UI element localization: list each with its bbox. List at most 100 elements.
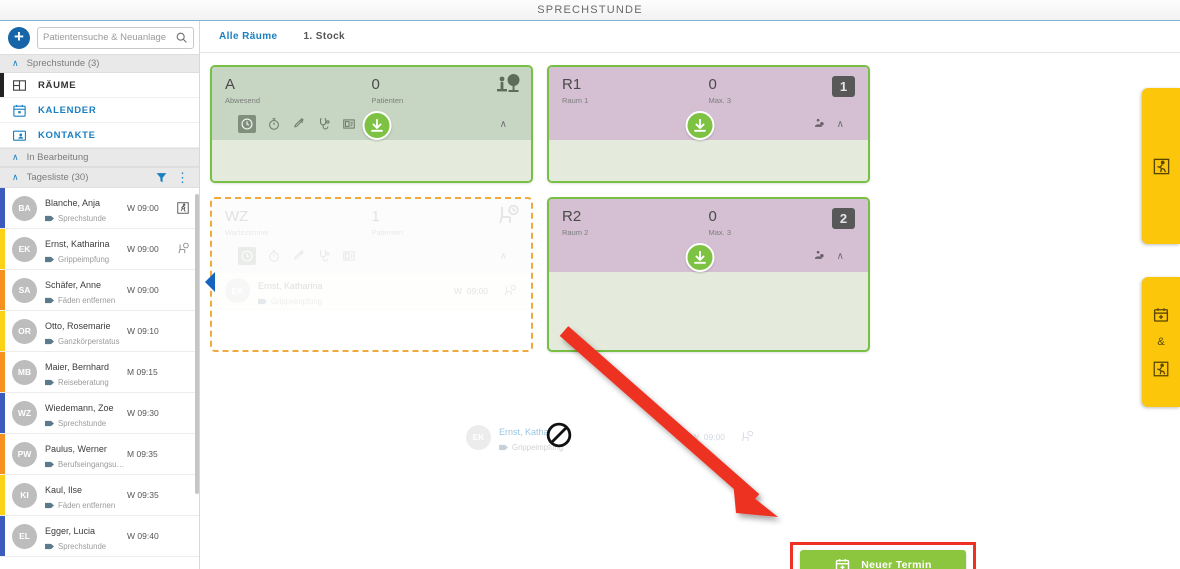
syringe-icon[interactable] — [292, 117, 306, 131]
room-card-r2[interactable]: R2 Raum 2 0 Max. 3 2 ∧ — [547, 196, 870, 352]
avatar: EK — [466, 424, 491, 450]
download-circle-icon[interactable] — [362, 110, 392, 140]
assign-person-icon[interactable] — [814, 117, 828, 131]
window-titlebar: SPRECHSTUNDE — [0, 0, 1180, 21]
patient-reason-row: Grippeimpfung — [45, 255, 127, 264]
id-card-icon[interactable] — [342, 117, 356, 131]
list-item[interactable]: EK Ernst, Katharina Grippeimpfung W 09:0… — [0, 229, 199, 270]
list-item[interactable]: PW Paulus, Werner Berufseingangsu… M 09:… — [0, 434, 199, 475]
chevron-up-icon[interactable]: ∧ — [837, 119, 844, 130]
patient-name: Maier, Bernhard — [45, 362, 110, 372]
patient-time: W 09:40 — [127, 531, 159, 541]
search-box[interactable] — [37, 26, 194, 49]
right-tab-calendar-exit[interactable]: & — [1142, 277, 1180, 407]
patient-time: W 09:00 — [127, 244, 159, 254]
status-stripe — [0, 434, 5, 474]
patient-reason: Grippeimpfung — [58, 255, 110, 264]
tag-icon — [499, 444, 508, 451]
patient-name: Ernst, Katharina — [258, 280, 323, 291]
patient-status[interactable] — [173, 242, 193, 256]
add-patient-button[interactable]: + — [8, 26, 30, 49]
patient-list[interactable]: BA Blanche, Anja Sprechstunde W 09:00 EK… — [0, 188, 199, 569]
list-item[interactable]: EL Egger, Lucia Sprechstunde W 09:40 — [0, 516, 199, 557]
patient-name: Ernst, Katharina — [45, 239, 110, 249]
calendar-icon — [13, 104, 26, 117]
patient-reason-row: Fäden entfernen — [45, 296, 127, 305]
search-input[interactable] — [43, 32, 175, 43]
patient-name: Otto, Rosemarie — [45, 321, 111, 331]
group-sprechstunde[interactable]: ∧ Sprechstunde (3) — [0, 54, 199, 73]
room-card-body[interactable] — [549, 271, 868, 313]
list-item[interactable]: SA Schäfer, Anne Fäden entfernen W 09:00 — [0, 270, 199, 311]
chevron-up-icon[interactable]: ∧ — [500, 251, 507, 262]
tag-icon — [45, 461, 54, 468]
list-item[interactable]: BA Blanche, Anja Sprechstunde W 09:00 — [0, 188, 199, 229]
clock-icon[interactable] — [238, 247, 256, 265]
tag-icon — [258, 298, 267, 304]
patient-reason-row: Berufseingangsu… — [45, 460, 127, 469]
room-tabs: Alle Räume 1. Stock — [200, 21, 1180, 53]
stopwatch-icon[interactable] — [267, 117, 281, 131]
stethoscope-icon[interactable] — [317, 117, 331, 131]
room-number-badge: 1 — [832, 76, 855, 97]
avatar: MB — [12, 359, 37, 385]
waiting-chair-clock-icon — [495, 204, 521, 233]
stopwatch-icon[interactable] — [267, 249, 281, 263]
right-tab-exit[interactable] — [1142, 88, 1180, 244]
sidebar-item-kontakte[interactable]: KONTAKTE — [0, 123, 199, 148]
room-card-body[interactable] — [549, 139, 868, 181]
list-item[interactable]: MB Maier, Bernhard Reiseberatung M 09:15 — [0, 352, 199, 393]
patient-info: Paulus, Werner Berufseingangsu… — [45, 439, 127, 469]
search-icon[interactable] — [175, 31, 188, 44]
patient-name: Schäfer, Anne — [45, 280, 102, 290]
more-vertical-icon[interactable]: ⋮ — [176, 171, 189, 184]
room-card-body[interactable] — [212, 139, 531, 181]
room-card-wartezimmer-droptarget[interactable]: WZ Wartezimmer 1 Patienten ∧ EK Ernst, K… — [204, 196, 533, 352]
patient-name: Wiedemann, Zoe — [45, 403, 114, 413]
room-card-r1[interactable]: R1 Raum 1 0 Max. 3 1 ∧ — [547, 65, 870, 183]
status-stripe — [0, 311, 5, 351]
list-item[interactable]: KI Kaul, Ilse Fäden entfernen W 09:35 — [0, 475, 199, 516]
room-header-actions: ∧ — [500, 251, 507, 262]
patient-info: Kaul, Ilse Fäden entfernen — [45, 480, 127, 510]
syringe-icon[interactable] — [292, 249, 306, 263]
list-item[interactable]: WZ Wiedemann, Zoe Sprechstunde W 09:30 — [0, 393, 199, 434]
patient-info: Schäfer, Anne Fäden entfernen — [45, 275, 127, 305]
patient-status[interactable] — [173, 201, 193, 215]
filter-icon[interactable] — [155, 171, 168, 184]
sidebar-item-raeume[interactable]: RÄUME — [0, 73, 199, 98]
id-card-icon[interactable] — [342, 249, 356, 263]
patient-info: Ernst, Katharina Grippeimpfung — [258, 276, 454, 306]
room-occupant-row[interactable]: EK Ernst, Katharina Grippeimpfung W 09:0… — [212, 271, 531, 310]
patient-time: M 09:35 — [127, 449, 158, 459]
room-card-header: R1 Raum 1 0 Max. 3 1 ∧ — [549, 67, 868, 140]
patient-info: Ernst, Katharina Grippeimpfung — [499, 422, 691, 452]
new-appointment-button[interactable]: Neuer Termin — [800, 550, 966, 569]
tag-icon — [45, 379, 54, 386]
patient-info: Otto, Rosemarie Ganzkörperstatus — [45, 316, 127, 346]
chevron-up-icon[interactable]: ∧ — [837, 251, 844, 262]
download-circle-icon[interactable] — [685, 242, 715, 272]
patient-reason: Grippeimpfung — [271, 296, 323, 306]
tab-1-stock[interactable]: 1. Stock — [303, 31, 345, 42]
download-circle-icon[interactable] — [685, 110, 715, 140]
exit-door-icon — [177, 202, 189, 214]
sidebar-item-kalender[interactable]: KALENDER — [0, 98, 199, 123]
list-item[interactable]: OR Otto, Rosemarie Ganzkörperstatus W 09… — [0, 311, 199, 352]
group-in-bearbeitung[interactable]: ∧ In Bearbeitung — [0, 148, 199, 167]
tab-alle-raeume[interactable]: Alle Räume — [219, 31, 277, 42]
clock-icon[interactable] — [238, 115, 256, 134]
room-toolbar: ∧ — [225, 241, 518, 272]
patient-list-scrollbar[interactable] — [195, 194, 199, 494]
sidebar-collapse-handle[interactable] — [203, 269, 217, 295]
chevron-up-icon[interactable]: ∧ — [500, 119, 507, 130]
patient-info: Maier, Bernhard Reiseberatung — [45, 357, 127, 387]
room-card-abwesend[interactable]: A Abwesend 0 Patienten ∧ — [210, 65, 533, 183]
stethoscope-icon[interactable] — [317, 249, 331, 263]
group-tagesliste[interactable]: ∧ Tagesliste (30) ⋮ — [0, 167, 199, 188]
patient-time: W 09:35 — [127, 490, 159, 500]
patient-time: M 09:15 — [127, 367, 158, 377]
room-count-value: 0 — [708, 76, 717, 93]
patient-info: Blanche, Anja Sprechstunde — [45, 193, 127, 223]
assign-person-icon[interactable] — [814, 249, 828, 263]
